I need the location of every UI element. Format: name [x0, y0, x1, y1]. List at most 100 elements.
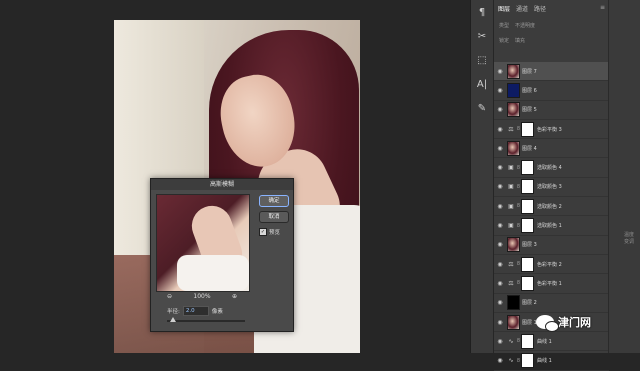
- layer-name: 图层 1: [522, 319, 537, 326]
- preview-cloth: [177, 255, 249, 291]
- layer-thumbnail[interactable]: [507, 140, 520, 156]
- layer-row[interactable]: ◉ ▣ 8 选取颜色 3: [494, 178, 609, 198]
- layer-name: 图层 7: [522, 68, 537, 75]
- layer-row[interactable]: ◉ ⚖ 8 色彩平衡 3: [494, 120, 609, 140]
- layer-mask-thumbnail[interactable]: [521, 333, 534, 349]
- radius-slider[interactable]: [167, 317, 245, 322]
- layer-thumbnail[interactable]: [507, 295, 520, 311]
- selective-adjustment-icon: ▣: [508, 164, 514, 172]
- visibility-eye-icon[interactable]: ◉: [494, 280, 506, 287]
- side-vertical-text: 温度变调: [624, 232, 635, 245]
- layer-row[interactable]: ◉ ⚖ 8 色彩平衡 2: [494, 255, 609, 275]
- scissors-icon[interactable]: ✂: [471, 26, 493, 48]
- layer-mask-thumbnail[interactable]: [521, 198, 534, 214]
- visibility-eye-icon[interactable]: ◉: [494, 338, 506, 345]
- tab-channels[interactable]: 通道: [516, 4, 528, 18]
- layer-row[interactable]: ◉ 图层 2: [494, 294, 609, 313]
- gaussian-blur-dialog: 高斯模糊 确定 取消 ✓ 预览 ⊖ 100% ⊕ 半径: 2.0 像素: [150, 178, 294, 332]
- visibility-eye-icon[interactable]: ◉: [494, 106, 506, 113]
- layer-thumbnail[interactable]: [507, 237, 520, 253]
- panel-menu-icon[interactable]: ≡: [600, 4, 605, 18]
- balance-adjustment-icon: ⚖: [508, 279, 514, 287]
- radius-unit: 像素: [211, 309, 223, 315]
- visibility-eye-icon[interactable]: ◉: [494, 68, 506, 75]
- layer-row[interactable]: ◉ ∿ 8 曲线 1: [494, 351, 609, 371]
- layer-name: 图层 3: [522, 242, 537, 249]
- layer-row[interactable]: ◉ ∿ 8 曲线 1: [494, 332, 609, 352]
- preview-checkbox[interactable]: ✓ 预览: [259, 228, 280, 236]
- layer-mask-thumbnail[interactable]: [521, 179, 534, 195]
- dialog-preview-image[interactable]: [156, 194, 250, 292]
- layer-name: 曲线 1: [537, 338, 552, 345]
- visibility-eye-icon[interactable]: ◉: [494, 145, 506, 152]
- layer-name: 图层 2: [522, 300, 537, 307]
- layer-row[interactable]: ◉ 图层 4: [494, 139, 609, 159]
- visibility-eye-icon[interactable]: ◉: [494, 261, 506, 268]
- layer-row[interactable]: ◉ ⚖ 8 色彩平衡 1: [494, 274, 609, 294]
- brush-icon[interactable]: ✎: [471, 98, 493, 120]
- balance-adjustment-icon: ⚖: [508, 260, 514, 268]
- filter-type-label[interactable]: 类型: [499, 22, 509, 29]
- radius-input[interactable]: 2.0: [182, 306, 209, 316]
- layer-mask-thumbnail[interactable]: [521, 353, 534, 369]
- layer-mask-thumbnail[interactable]: [521, 160, 534, 176]
- radius-row: 半径: 2.0 像素: [167, 306, 223, 316]
- visibility-eye-icon[interactable]: ◉: [494, 241, 506, 248]
- fill-label[interactable]: 填充: [515, 37, 525, 44]
- slider-knob[interactable]: [170, 317, 176, 322]
- checkbox-check-icon: ✓: [259, 228, 267, 236]
- layer-thumbnail[interactable]: [507, 82, 520, 98]
- zoom-value: 100%: [193, 293, 211, 300]
- visibility-eye-icon[interactable]: ◉: [494, 126, 506, 133]
- watermark-text: 津门网: [558, 316, 591, 329]
- layer-name: 曲线 1: [537, 358, 552, 365]
- visibility-eye-icon[interactable]: ◉: [494, 222, 506, 229]
- layer-name: 选取颜色 2: [537, 203, 562, 210]
- layer-row[interactable]: ◉ ▣ 8 选取颜色 4: [494, 158, 609, 178]
- layer-name: 选取颜色 1: [537, 223, 562, 230]
- visibility-eye-icon[interactable]: ◉: [494, 87, 506, 94]
- zoom-out-icon[interactable]: ⊖: [167, 293, 172, 300]
- visibility-eye-icon[interactable]: ◉: [494, 357, 506, 364]
- visibility-eye-icon[interactable]: ◉: [494, 203, 506, 210]
- layer-name: 色彩平衡 1: [537, 280, 562, 287]
- watermark: 津门网: [536, 314, 591, 332]
- paragraph-icon[interactable]: ¶: [471, 2, 493, 24]
- layer-row[interactable]: ◉ 图层 5: [494, 101, 609, 120]
- panel-scrollbar[interactable]: [608, 0, 640, 353]
- layer-mask-thumbnail[interactable]: [521, 275, 534, 291]
- zoom-in-icon[interactable]: ⊕: [232, 293, 237, 300]
- visibility-eye-icon[interactable]: ◉: [494, 183, 506, 190]
- layer-thumbnail[interactable]: [507, 102, 520, 118]
- layer-mask-thumbnail[interactable]: [521, 218, 534, 234]
- tab-layers[interactable]: 图层: [498, 4, 510, 18]
- lock-label[interactable]: 锁定: [499, 37, 509, 44]
- layer-thumbnail[interactable]: [507, 63, 520, 79]
- opacity-label[interactable]: 不透明度: [515, 22, 535, 29]
- layer-mask-thumbnail[interactable]: [521, 256, 534, 272]
- layer-row[interactable]: ◉ ▣ 8 选取颜色 2: [494, 197, 609, 217]
- layer-row[interactable]: ◉ 图层 6: [494, 81, 609, 101]
- preview-label: 预览: [269, 230, 281, 236]
- cancel-button[interactable]: 取消: [259, 211, 289, 223]
- layer-row[interactable]: ◉ 图层 7: [494, 62, 609, 82]
- tab-paths[interactable]: 路径: [534, 4, 546, 18]
- layer-name: 色彩平衡 2: [537, 261, 562, 268]
- visibility-eye-icon[interactable]: ◉: [494, 319, 506, 326]
- layer-name: 图层 4: [522, 145, 537, 152]
- panel-toolstrip: ¶ ✂ ⬚ A| ✎: [470, 0, 493, 353]
- layer-row[interactable]: ◉ ▣ 8 选取颜色 1: [494, 216, 609, 236]
- layer-thumbnail[interactable]: [507, 314, 520, 330]
- visibility-eye-icon[interactable]: ◉: [494, 164, 506, 171]
- dialog-title: 高斯模糊: [151, 179, 293, 190]
- selective-adjustment-icon: ▣: [508, 222, 514, 230]
- visibility-eye-icon[interactable]: ◉: [494, 299, 506, 306]
- ok-button[interactable]: 确定: [259, 195, 289, 207]
- layer-name: 选取颜色 4: [537, 165, 562, 172]
- balance-adjustment-icon: ⚖: [508, 125, 514, 133]
- text-a-icon[interactable]: A|: [471, 74, 493, 96]
- layer-row[interactable]: ◉ 图层 3: [494, 236, 609, 255]
- cube-icon[interactable]: ⬚: [471, 50, 493, 72]
- layer-mask-thumbnail[interactable]: [521, 121, 534, 137]
- layer-name: 色彩平衡 3: [537, 126, 562, 133]
